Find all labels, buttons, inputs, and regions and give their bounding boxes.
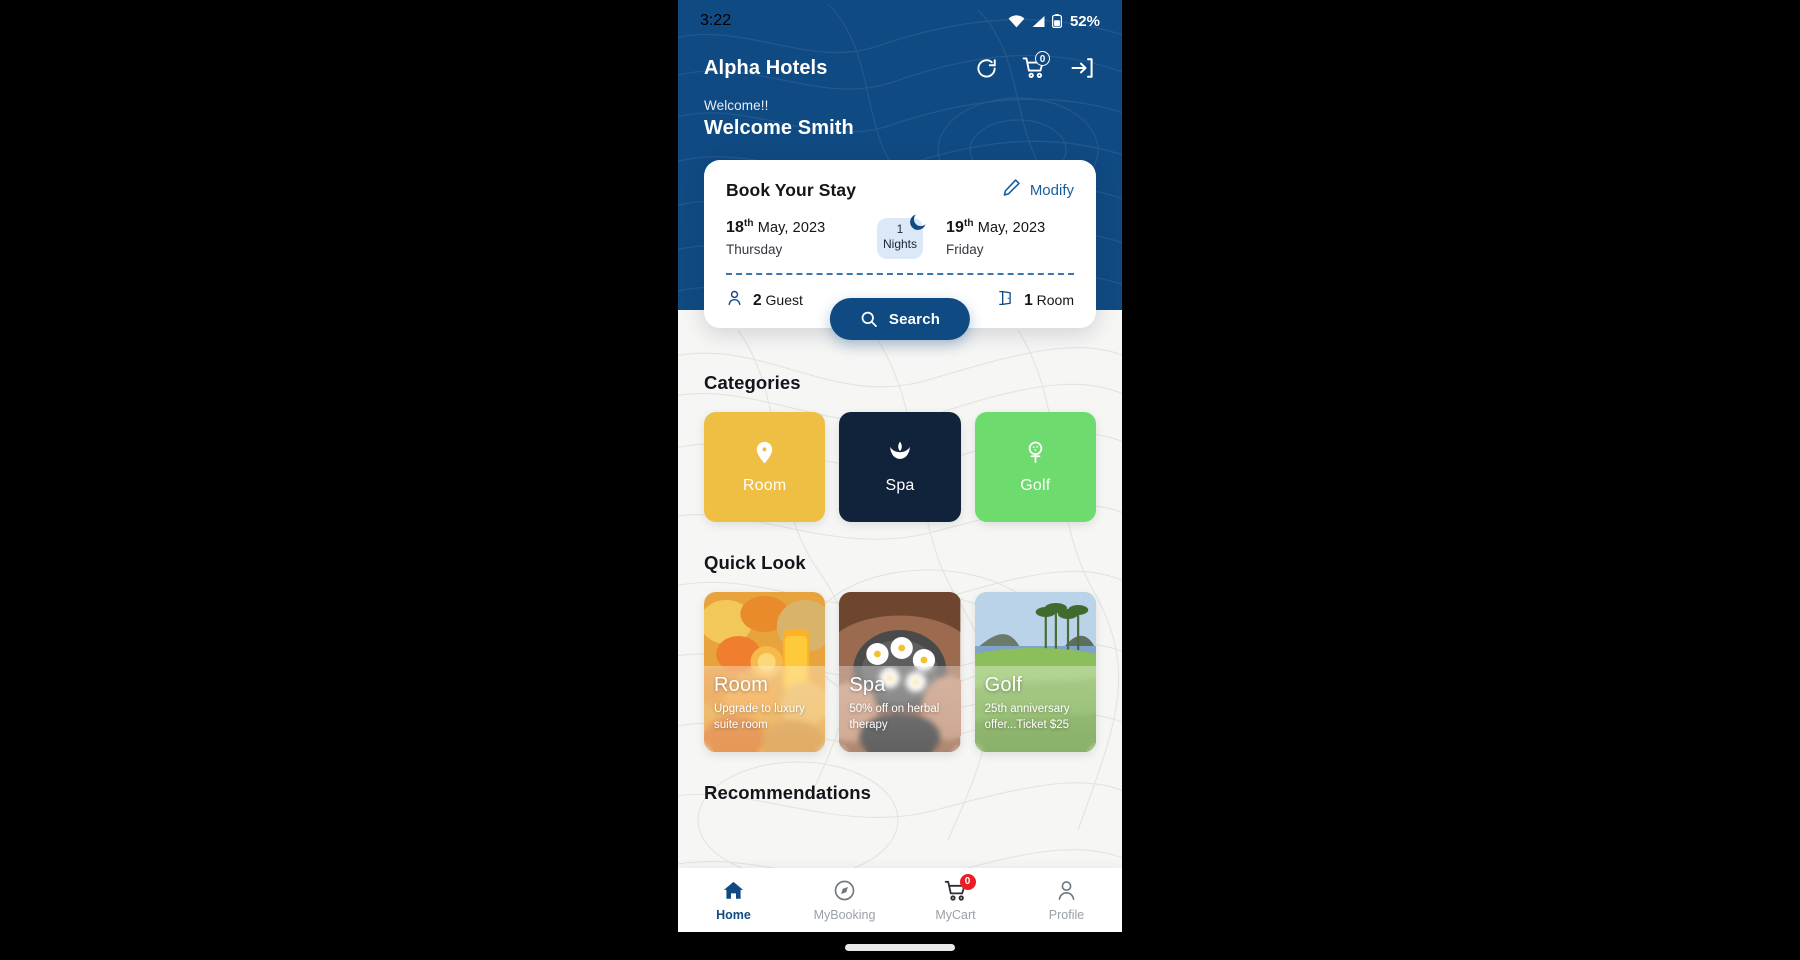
quick-look-overlay-room: Room Upgrade to luxury suite room — [704, 665, 826, 752]
nights-block[interactable]: 1 Nights — [868, 214, 932, 260]
login-button[interactable] — [1068, 54, 1096, 82]
room-selector[interactable]: 1 Room — [997, 289, 1074, 312]
pencil-icon — [1002, 178, 1021, 202]
quick-look-card-spa[interactable]: Spa 50% off on herbal therapy — [839, 592, 961, 752]
welcome-greeting: Welcome!! — [704, 98, 769, 113]
wifi-icon — [1008, 14, 1025, 28]
room-count: 1 — [1024, 291, 1033, 309]
nav-item-home[interactable]: Home — [678, 879, 789, 922]
compass-icon — [833, 879, 857, 903]
login-icon — [1070, 56, 1094, 80]
check-in-ordinal: th — [744, 218, 754, 229]
modify-label: Modify — [1029, 181, 1074, 199]
quick-look-card-room[interactable]: Room Upgrade to luxury suite room — [704, 592, 826, 752]
check-in-block[interactable]: 18th May, 2023 Thursday — [726, 218, 854, 257]
room-label: Room — [1036, 291, 1074, 308]
nav-label-mycart: MyCart — [935, 907, 976, 922]
categories-section-title: Categories — [704, 372, 801, 393]
category-card-golf[interactable]: Golf — [974, 412, 1096, 522]
moon-icon — [908, 212, 928, 237]
nav-label-profile: Profile — [1048, 907, 1085, 922]
quick-look-subtitle-room: Upgrade to luxury suite room — [714, 702, 805, 732]
lotus-icon — [887, 439, 913, 465]
cart-button[interactable]: 0 — [1020, 51, 1050, 82]
check-out-block[interactable]: 19th May, 2023 Friday — [946, 218, 1074, 257]
location-pin-icon — [752, 440, 777, 465]
check-in-date: 18th May, 2023 — [726, 218, 854, 237]
phone-screen: 3:22 52% Alpha Hotels 0 Welcome!! Welcom… — [678, 0, 1122, 932]
quick-look-title-golf: Golf — [984, 673, 1023, 696]
check-out-ordinal: th — [964, 218, 974, 229]
nav-item-mycart[interactable]: 0 MyCart — [900, 873, 1011, 922]
quick-look-subtitle-golf: 25th anniversary offer...Ticket $25 — [984, 702, 1070, 732]
bottom-navigation-bar: Home MyBooking 0 MyCart Profile — [678, 868, 1122, 932]
room-text: 1 Room — [1024, 292, 1074, 310]
quick-look-title-spa: Spa — [849, 673, 886, 696]
check-out-weekday: Friday — [946, 241, 984, 257]
quick-look-section-title: Quick Look — [704, 552, 806, 573]
check-out-date: 19th May, 2023 — [946, 218, 1074, 237]
nav-cart-badge-count: 0 — [959, 873, 976, 890]
nights-label: Nights — [882, 237, 917, 252]
app-bar-actions: 0 — [972, 51, 1096, 82]
category-label-spa: Spa — [885, 477, 915, 494]
person-icon — [726, 289, 743, 312]
guest-label: Guest — [765, 291, 803, 308]
battery-percent: 52% — [1069, 12, 1100, 30]
category-card-spa[interactable]: Spa — [839, 412, 961, 522]
card-divider — [726, 273, 1074, 276]
guest-text: 2 Guest — [753, 292, 803, 310]
nav-item-mybooking[interactable]: MyBooking — [789, 879, 900, 922]
main-content: Categories Room Spa Golf Quick Look Room… — [678, 310, 1122, 804]
cart-icon: 0 — [944, 873, 976, 903]
category-card-room[interactable]: Room — [704, 412, 826, 522]
quick-look-overlay-golf: Golf 25th anniversary offer...Ticket $25 — [974, 665, 1096, 752]
quick-look-row: Room Upgrade to luxury suite room Spa 50… — [704, 592, 1096, 752]
home-indicator — [845, 944, 955, 951]
app-title: Alpha Hotels — [704, 56, 828, 79]
golf-tee-icon — [1023, 440, 1048, 465]
screenshot-stage: 3:22 52% Alpha Hotels 0 Welcome!! Welcom… — [0, 0, 1800, 960]
nav-item-profile[interactable]: Profile — [1011, 879, 1122, 922]
quick-look-card-golf[interactable]: Golf 25th anniversary offer...Ticket $25 — [974, 592, 1096, 752]
refresh-button[interactable] — [972, 54, 1000, 82]
booking-card-title: Book Your Stay — [726, 179, 857, 200]
welcome-block: Welcome!! Welcome Smith — [704, 98, 854, 140]
search-button[interactable]: Search — [829, 298, 971, 340]
door-icon — [997, 289, 1014, 312]
quick-look-overlay-spa: Spa 50% off on herbal therapy — [839, 665, 961, 752]
recommendations-section-title: Recommendations — [704, 782, 872, 803]
app-bar: Alpha Hotels 0 — [678, 48, 1122, 88]
check-in-day-number: 18 — [726, 218, 744, 236]
quick-look-title-room: Room — [714, 673, 769, 696]
search-icon — [860, 310, 878, 328]
category-label-room: Room — [742, 476, 787, 494]
status-icon-group: 52% — [1008, 13, 1100, 30]
welcome-username: Welcome Smith — [704, 117, 854, 139]
nav-label-mybooking: MyBooking — [813, 907, 876, 922]
booking-card-header: Book Your Stay Modify — [726, 178, 1074, 202]
quick-look-subtitle-spa: 50% off on herbal therapy — [849, 702, 940, 732]
guest-count: 2 — [753, 291, 762, 309]
check-in-month-year: May, 2023 — [757, 219, 826, 236]
categories-row: Room Spa Golf — [704, 412, 1096, 522]
category-label-golf: Golf — [1020, 476, 1051, 494]
signal-icon — [1031, 15, 1046, 28]
modify-button[interactable]: Modify — [1002, 178, 1074, 202]
nav-label-home: Home — [716, 907, 751, 922]
dates-row: 18th May, 2023 Thursday 1 Nights 19th Ma… — [726, 214, 1074, 260]
status-time: 3:22 — [700, 12, 732, 29]
check-out-day-number: 19 — [946, 218, 964, 236]
cart-badge-count: 0 — [1035, 51, 1050, 66]
refresh-icon — [975, 57, 998, 80]
check-out-month-year: May, 2023 — [977, 219, 1046, 236]
guest-selector[interactable]: 2 Guest — [726, 289, 803, 312]
person-icon — [1055, 879, 1079, 903]
battery-icon — [1051, 14, 1062, 28]
check-in-weekday: Thursday — [726, 241, 783, 257]
search-button-label: Search — [888, 310, 941, 328]
status-bar: 3:22 52% — [678, 8, 1122, 34]
home-icon — [722, 879, 746, 903]
